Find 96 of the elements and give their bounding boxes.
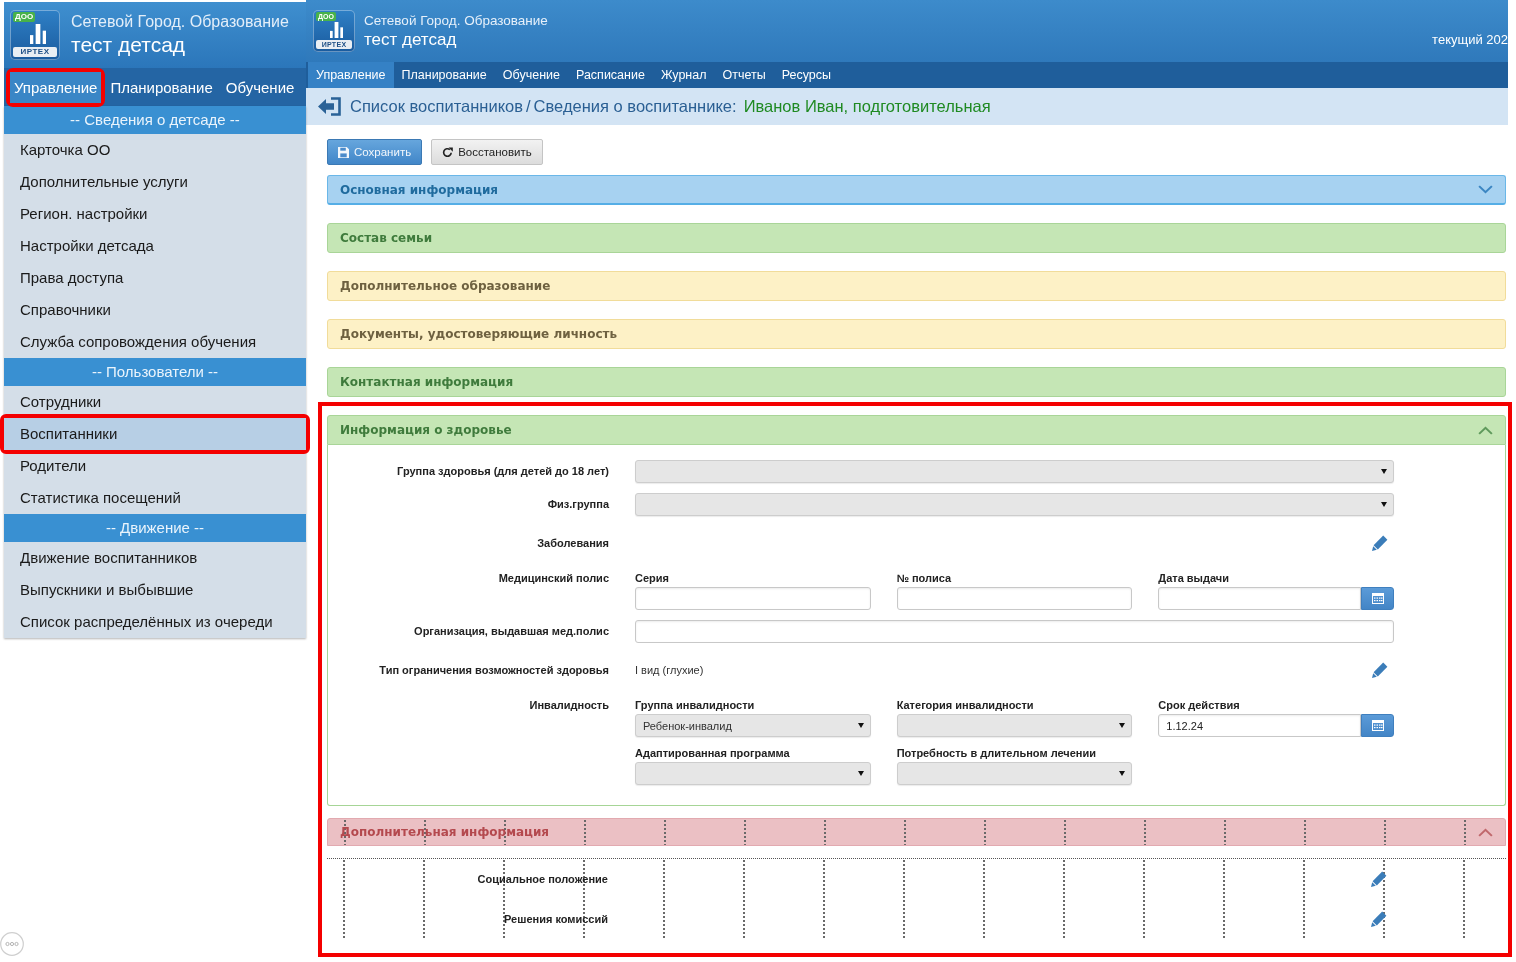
section-header[interactable]: Контактная информация [327, 367, 1506, 397]
field-label: Адаптированная программа [635, 746, 791, 761]
product-name: Сетевой Город. Образование [71, 12, 289, 32]
chevron-up-icon[interactable] [1478, 827, 1493, 837]
caret-icon [1119, 771, 1126, 776]
sidebar-group-title: -- Пользователи -- [4, 358, 306, 386]
field-label: Организация, выдавшая мед.полис [413, 624, 609, 639]
menu-tab[interactable]: Обучение [221, 71, 299, 103]
bar-chart-icon [30, 24, 46, 44]
text-field[interactable] [635, 620, 1394, 643]
text-field[interactable] [635, 587, 871, 610]
calendar-button[interactable] [1361, 587, 1394, 610]
dropdown[interactable]: Ребенок-инвалид [635, 714, 871, 737]
sidebar-item[interactable]: Служба сопровождения обучения [4, 326, 306, 358]
calendar-button[interactable] [1361, 714, 1394, 737]
pencil-icon[interactable] [1372, 662, 1388, 678]
section-header[interactable]: Состав семьи [327, 223, 1506, 253]
menu-tab[interactable]: Планирование [393, 62, 495, 88]
field-label: Серия [635, 571, 670, 586]
field-label: Заболевания [536, 535, 609, 551]
section-header[interactable]: Информация о здоровье [327, 415, 1506, 445]
sidebar-item[interactable]: Карточка ОО [4, 134, 306, 166]
field-label: Тип ограничения возможностей здоровья [378, 662, 609, 678]
ellipsis-icon[interactable] [0, 932, 24, 956]
menu-tab[interactable]: Расписание [568, 62, 653, 88]
bar-chart-icon [330, 22, 343, 38]
section-header[interactable]: Основная информация [327, 175, 1506, 205]
calendar-icon [1371, 593, 1384, 604]
field-label: Потребность в длительном лечении [896, 746, 1097, 761]
calendar-icon [1371, 720, 1384, 731]
chevron-down-icon[interactable] [1478, 185, 1493, 194]
menu-tab[interactable]: Отчеты [714, 62, 774, 88]
sidebar-item[interactable]: Родители [4, 450, 306, 482]
pencil-icon[interactable] [1371, 911, 1387, 927]
caret-icon [1381, 469, 1387, 474]
menu-tab[interactable]: Ресурсы [773, 62, 840, 88]
pencil-icon[interactable] [1371, 871, 1387, 887]
student-name: Иванов Иван, подготовительная [743, 97, 991, 116]
sidebar-group-title: -- Движение -- [4, 514, 306, 542]
product-name: Сетевой Город. Образование [364, 11, 548, 29]
field-value: I вид (глухие) [635, 664, 704, 676]
field-label: Социальное положение [476, 871, 608, 887]
sidebar-item[interactable]: Дополнительные услуги [4, 166, 306, 198]
sidebar-item[interactable]: Список распределённых из очереди [4, 606, 306, 638]
caret-icon [1381, 502, 1387, 507]
section-header[interactable]: Документы, удостоверяющие личность [327, 319, 1506, 349]
field-label: Группа здоровья (для детей до 18 лет) [396, 464, 609, 479]
dropdown[interactable] [635, 493, 1394, 516]
menu-tab[interactable]: Журнал [652, 62, 715, 88]
sidebar-item[interactable]: Регион. настройки [4, 198, 306, 230]
field-label: Срок действия [1158, 698, 1241, 713]
caret-icon [857, 771, 864, 776]
menu-tab[interactable]: Планирование [106, 71, 217, 103]
sidebar-item[interactable]: Выпускники и выбывшие [4, 574, 306, 606]
sidebar-item[interactable]: Настройки детсада [4, 230, 306, 262]
sidebar-group-title: -- Сведения о детсаде -- [4, 106, 306, 134]
dropdown[interactable] [635, 762, 871, 785]
chevron-up-icon[interactable] [1478, 425, 1493, 435]
logo-text: ИРТЕХ [13, 47, 57, 57]
menu-tab[interactable]: Обучение [494, 62, 568, 88]
sidebar-item[interactable]: Сотрудники [4, 386, 306, 418]
date-field[interactable]: 1.12.24 [1158, 714, 1361, 737]
field-label: Медицинский полис [497, 571, 609, 586]
section-header[interactable]: Дополнительное образование [327, 271, 1506, 301]
menu-tab[interactable]: Управление [308, 62, 394, 88]
sidebar-item[interactable]: Статистика посещений [4, 482, 306, 514]
text-field[interactable] [896, 587, 1133, 610]
restore-button[interactable]: Восстановить [431, 139, 543, 165]
field-label: Дата выдачи [1158, 571, 1230, 586]
field-label: Решения комиссий [503, 911, 608, 927]
field-label: Физ.группа [546, 497, 609, 512]
breadcrumb-link[interactable]: Список воспитанников [350, 97, 523, 116]
page-title: Сведения о воспитаннике: [533, 97, 737, 116]
field-label: Группа инвалидности [635, 698, 756, 713]
caret-icon [1119, 723, 1126, 728]
dropdown[interactable] [896, 714, 1133, 737]
date-field[interactable] [1158, 587, 1361, 610]
dropdown[interactable] [635, 460, 1394, 483]
school-name: тест детсад [364, 28, 458, 51]
school-name: тест детсад [71, 32, 187, 58]
menu-tab[interactable]: Управление [10, 71, 102, 103]
dropdown[interactable] [896, 762, 1133, 785]
pencil-icon[interactable] [1372, 535, 1388, 551]
sidebar-item[interactable]: Движение воспитанников [4, 542, 306, 574]
sidebar-item[interactable]: Справочники [4, 294, 306, 326]
field-label: Категория инвалидности [896, 698, 1035, 713]
breadcrumb-separator: / [526, 97, 531, 116]
year-label: текущий 202 [1432, 32, 1508, 47]
field-label: № полиса [896, 571, 953, 586]
logo-badge: ДОО [13, 12, 36, 22]
refresh-icon [442, 146, 454, 158]
field-label: Инвалидность [528, 698, 609, 713]
sidebar-item[interactable]: Права доступа [4, 262, 306, 294]
back-arrow-icon[interactable] [318, 97, 342, 116]
sidebar-item[interactable]: Воспитанники [4, 418, 306, 450]
caret-icon [857, 723, 864, 728]
